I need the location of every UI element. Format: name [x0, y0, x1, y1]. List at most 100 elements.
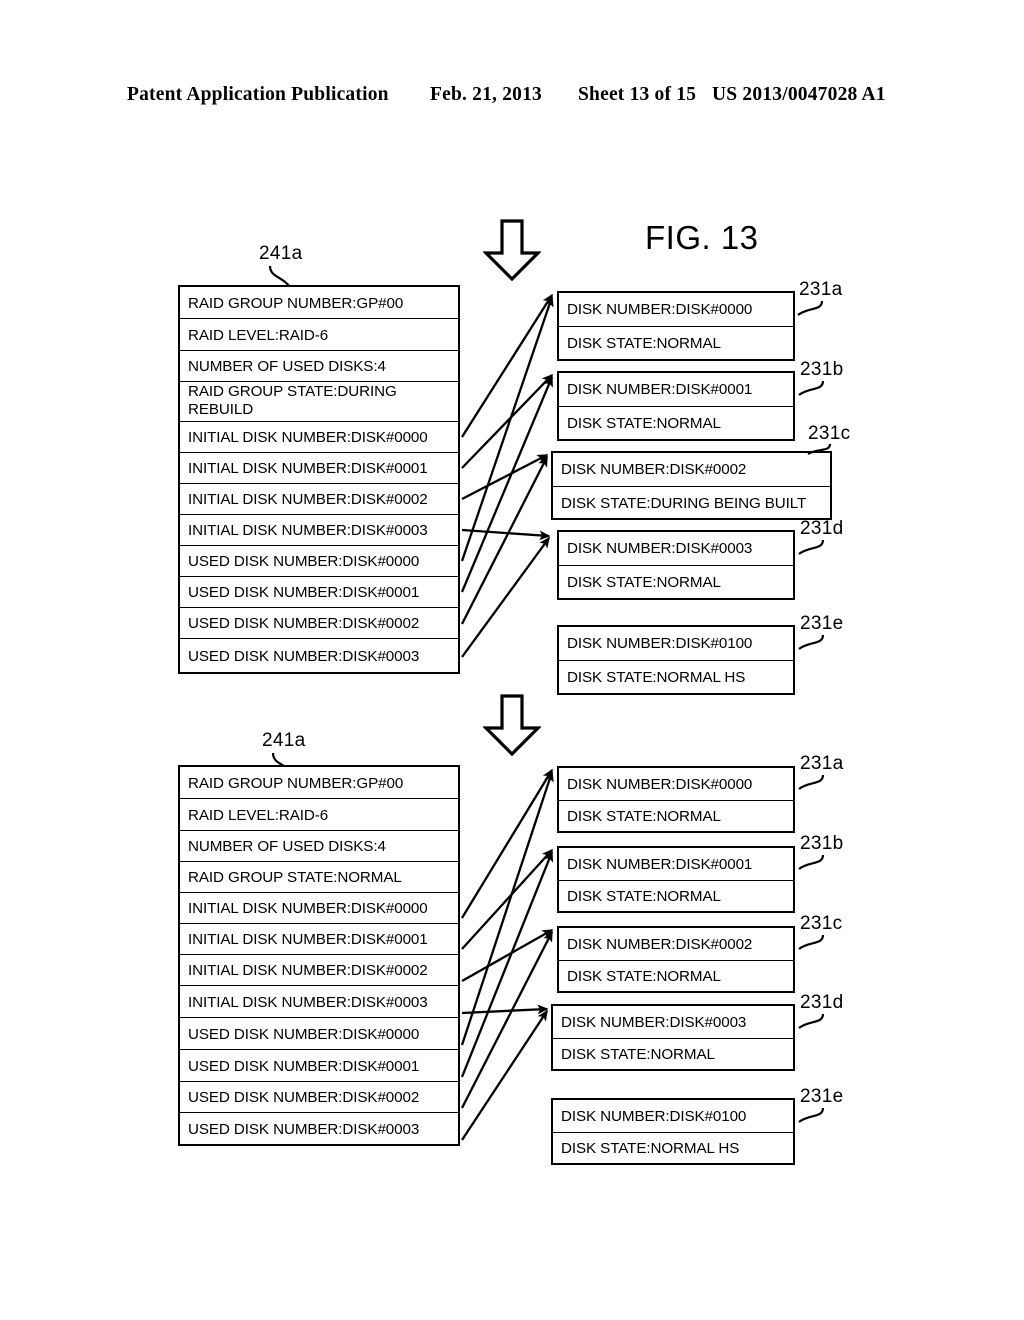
mapping-arrow	[460, 850, 554, 1078]
disk-box-231e-top: DISK NUMBER:DISK#0100 DISK STATE:NORMAL …	[557, 625, 795, 695]
disk-state-row: DISK STATE:NORMAL	[567, 808, 721, 825]
ref-label-231e-top: 231e	[800, 613, 844, 634]
ref-label-231d-bottom: 231d	[800, 992, 844, 1013]
table-row: RAID GROUP NUMBER:GP#00	[180, 287, 458, 319]
down-arrow-icon-top	[483, 219, 541, 281]
mapping-arrow	[461, 293, 553, 438]
table-row: USED DISK NUMBER:DISK#0000	[180, 546, 458, 577]
disk-state-row: DISK STATE:NORMAL	[567, 574, 721, 591]
leader-line-231b-bottom	[791, 853, 831, 879]
disk-state-row: DISK STATE:DURING BEING BUILT	[561, 494, 807, 512]
ref-label-231a-top: 231a	[799, 279, 843, 300]
publication-header: Patent Application Publication Feb. 21, …	[0, 84, 1024, 114]
mapping-arrows-top	[460, 293, 554, 658]
mapping-arrow-layer	[460, 293, 554, 1141]
disk-number-row: DISK NUMBER:DISK#0100	[559, 627, 793, 661]
ref-label-231e-bottom: 231e	[800, 1086, 844, 1107]
mapping-arrow	[461, 1004, 549, 1015]
disk-box-231a-bottom: DISK NUMBER:DISK#0000 DISK STATE:NORMAL	[557, 766, 795, 833]
leader-line-231d-top	[791, 538, 831, 564]
leader-line-231b-top	[791, 379, 831, 405]
leader-line-231c-bottom	[791, 933, 831, 959]
mapping-arrow	[461, 1009, 548, 1141]
ref-label-231b-top: 231b	[800, 359, 844, 380]
leader-line-231e-bottom	[791, 1106, 831, 1132]
disk-box-231d-bottom: DISK NUMBER:DISK#0003 DISK STATE:NORMAL	[551, 1004, 795, 1071]
leader-line-231a-bottom	[791, 773, 831, 799]
mapping-arrow	[461, 373, 554, 469]
leader-line-231e-top	[791, 633, 831, 659]
disk-box-231b-bottom: DISK NUMBER:DISK#0001 DISK STATE:NORMAL	[557, 846, 795, 913]
mapping-arrow	[460, 930, 554, 1109]
disk-number-row: DISK NUMBER:DISK#0100	[553, 1100, 793, 1133]
disk-number-row: DISK NUMBER:DISK#0003	[559, 532, 793, 566]
table-row: USED DISK NUMBER:DISK#0001	[180, 1050, 458, 1082]
table-row: RAID GROUP NUMBER:GP#00	[180, 767, 458, 799]
table-row: INITIAL DISK NUMBER:DISK#0000	[180, 893, 458, 924]
table-row: INITIAL DISK NUMBER:DISK#0003	[180, 986, 458, 1018]
table-row: USED DISK NUMBER:DISK#0001	[180, 577, 458, 608]
disk-state-row: DISK STATE:NORMAL	[567, 415, 721, 432]
disk-state-row: DISK STATE:NORMAL	[567, 968, 721, 985]
ref-label-231b-bottom: 231b	[800, 833, 844, 854]
ref-label-231d-top: 231d	[800, 518, 844, 539]
mapping-arrow	[460, 295, 554, 562]
ref-label-231c-bottom: 231c	[800, 913, 843, 934]
disk-state-row: DISK STATE:NORMAL HS	[561, 1140, 740, 1157]
disk-state-row: DISK STATE:NORMAL	[561, 1046, 715, 1063]
publication-date: Feb. 21, 2013	[430, 84, 543, 105]
table-row: RAID LEVEL:RAID-6	[180, 799, 458, 831]
table-row: USED DISK NUMBER:DISK#0000	[180, 1018, 458, 1050]
disk-box-231c-top: DISK NUMBER:DISK#0002 DISK STATE:DURING …	[551, 451, 832, 520]
disk-box-231b-top: DISK NUMBER:DISK#0001 DISK STATE:NORMAL	[557, 371, 795, 441]
mapping-arrow	[461, 928, 554, 983]
mapping-arrow	[460, 770, 554, 1046]
disk-state-row: DISK STATE:NORMAL	[567, 335, 721, 352]
disk-number-row: DISK NUMBER:DISK#0000	[559, 768, 793, 801]
raid-group-table-top: RAID GROUP NUMBER:GP#00 RAID LEVEL:RAID-…	[178, 285, 460, 674]
disk-box-231d-top: DISK NUMBER:DISK#0003 DISK STATE:NORMAL	[557, 530, 795, 600]
ref-label-241a-top: 241a	[259, 243, 303, 264]
disk-state-row: DISK STATE:NORMAL	[567, 888, 721, 905]
table-row: USED DISK NUMBER:DISK#0003	[188, 1121, 420, 1138]
table-row: INITIAL DISK NUMBER:DISK#0001	[180, 924, 458, 955]
table-row: INITIAL DISK NUMBER:DISK#0002	[180, 484, 458, 515]
table-row: INITIAL DISK NUMBER:DISK#0001	[180, 453, 458, 484]
ref-label-231a-bottom: 231a	[800, 753, 844, 774]
publication-number: US 2013/0047028 A1	[712, 84, 886, 105]
disk-box-231c-bottom: DISK NUMBER:DISK#0002 DISK STATE:NORMAL	[557, 926, 795, 993]
table-row: RAID GROUP STATE:DURING REBUILD	[180, 382, 458, 422]
disk-number-row: DISK NUMBER:DISK#0003	[553, 1006, 793, 1039]
disk-number-row: DISK NUMBER:DISK#0001	[559, 373, 793, 407]
leader-line-231d-bottom	[791, 1012, 831, 1038]
table-row: RAID LEVEL:RAID-6	[180, 319, 458, 351]
figure-title: FIG. 13	[645, 219, 759, 256]
raid-group-table-bottom: RAID GROUP NUMBER:GP#00 RAID LEVEL:RAID-…	[178, 765, 460, 1146]
leader-line-231c-top	[800, 442, 840, 464]
ref-label-241a-bottom: 241a	[262, 730, 306, 751]
table-row: USED DISK NUMBER:DISK#0002	[180, 1082, 458, 1113]
disk-number-row: DISK NUMBER:DISK#0002	[559, 928, 793, 961]
table-row: USED DISK NUMBER:DISK#0003	[188, 647, 420, 665]
sheet-number: Sheet 13 of 15	[578, 84, 697, 105]
mapping-arrow	[460, 455, 549, 625]
mapping-arrow	[461, 536, 550, 658]
leader-line-231a-top	[790, 299, 830, 325]
disk-number-row: DISK NUMBER:DISK#0002	[553, 453, 830, 487]
disk-state-row: DISK STATE:NORMAL HS	[567, 669, 746, 686]
table-row: NUMBER OF USED DISKS:4	[180, 351, 458, 382]
mapping-arrow	[460, 375, 554, 593]
table-row: INITIAL DISK NUMBER:DISK#0002	[180, 955, 458, 986]
mapping-arrow	[461, 453, 549, 501]
mapping-arrows-bottom	[460, 768, 554, 1141]
disk-number-row: DISK NUMBER:DISK#0000	[559, 293, 793, 327]
disk-box-231e-bottom: DISK NUMBER:DISK#0100 DISK STATE:NORMAL …	[551, 1098, 795, 1165]
table-row: RAID GROUP STATE:NORMAL	[180, 862, 458, 893]
table-row: USED DISK NUMBER:DISK#0002	[180, 608, 458, 639]
table-row: INITIAL DISK NUMBER:DISK#0003	[180, 515, 458, 546]
disk-box-231a-top: DISK NUMBER:DISK#0000 DISK STATE:NORMAL	[557, 291, 795, 361]
mapping-arrow	[461, 528, 551, 541]
publication-title: Patent Application Publication	[127, 84, 389, 105]
mapping-arrow	[461, 768, 553, 919]
disk-number-row: DISK NUMBER:DISK#0001	[559, 848, 793, 881]
